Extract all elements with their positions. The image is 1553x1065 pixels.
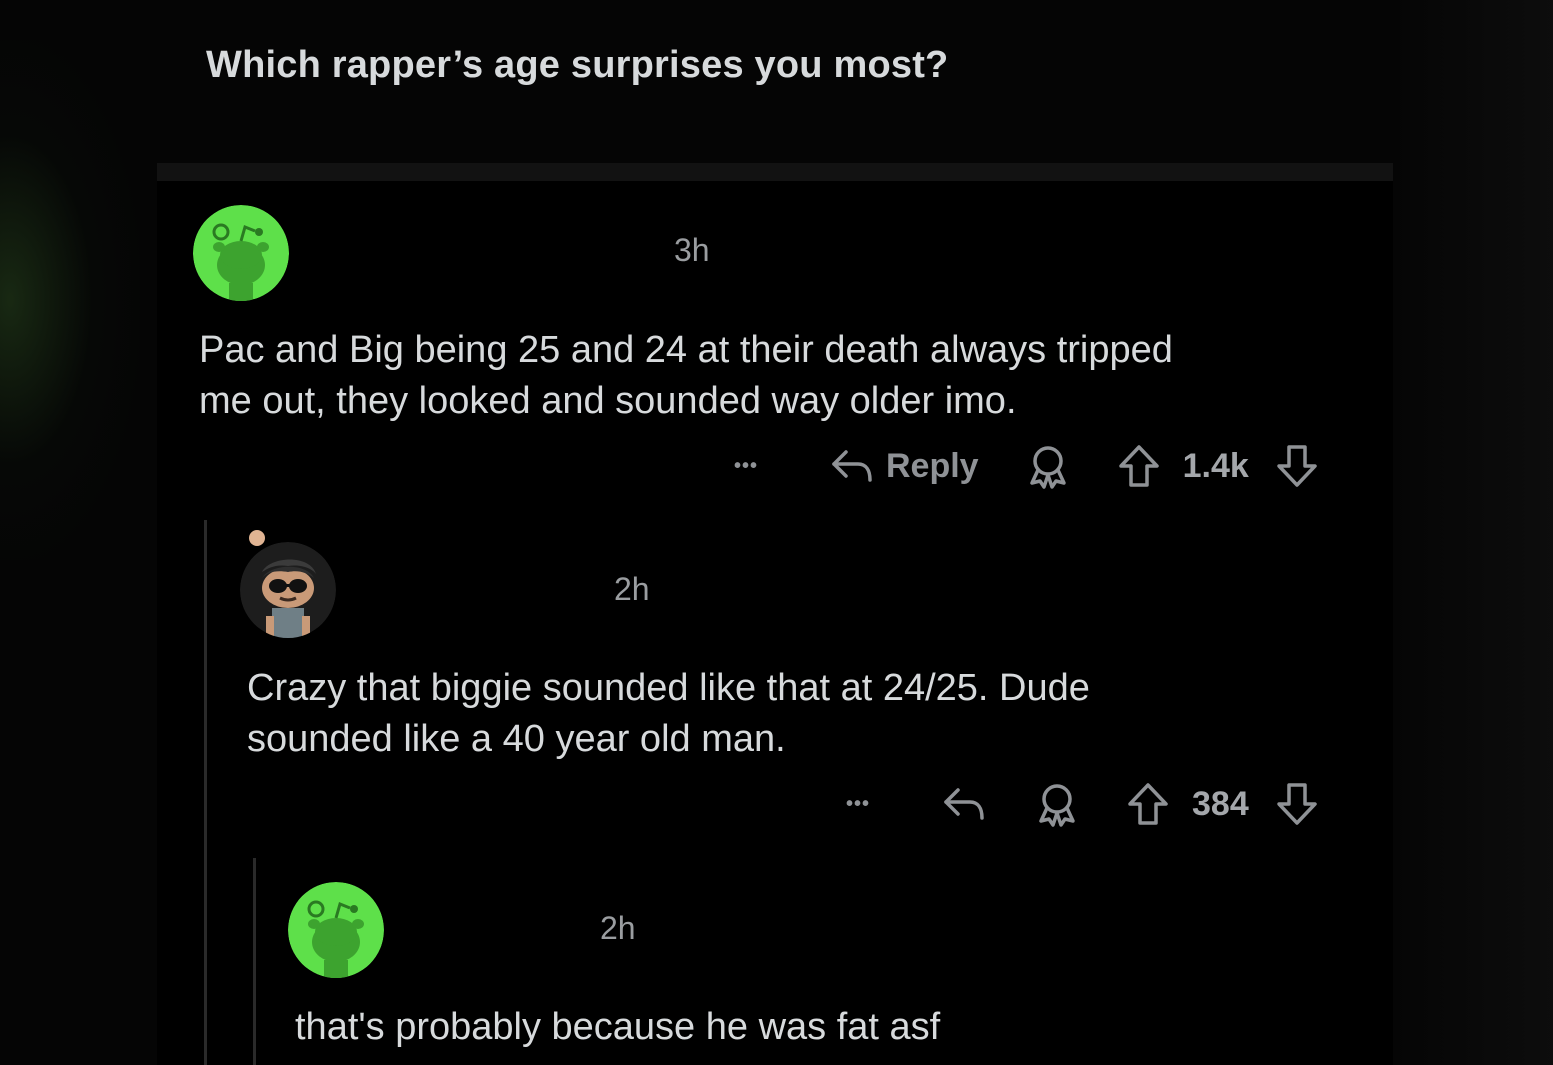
upvote-button[interactable] [1126,780,1170,828]
award-icon [1029,446,1066,489]
reply-button[interactable] [940,782,988,826]
post-title: Which rapper’s age surprises you most? [206,44,949,86]
upvote-button[interactable] [1117,442,1161,490]
more-dots-icon: ••• [846,792,871,815]
avatar-accessory-dot [249,530,265,546]
comment-actions: ••• Reply 1.4k [734,441,1319,491]
comment-line: sounded like a 40 year old man. [247,718,786,760]
comment-timestamp: 2h [600,910,636,946]
more-dots-icon: ••• [734,454,759,477]
screenshot-page: Which rapper’s age surprises you most? 3… [0,0,1553,1065]
sunglasses-avatar-icon [240,542,336,638]
award-icon [1039,784,1075,827]
background-shade [1393,0,1553,1065]
reply-button[interactable]: Reply [828,444,979,488]
section-divider [157,163,1393,181]
snoo-avatar-icon [288,882,384,978]
vote-score: 384 [1192,784,1249,823]
downvote-button[interactable] [1275,442,1319,490]
comment-body: Pac and Big being 25 and 24 at their dea… [199,325,1173,427]
vote-score: 1.4k [1182,446,1249,485]
more-options-button[interactable]: ••• [734,455,804,478]
reply-arrow-icon [832,450,872,482]
upvote-arrow-icon [1128,783,1168,825]
downvote-arrow-icon [1276,783,1317,825]
avatar[interactable] [288,882,384,978]
thread-line[interactable] [253,858,256,1065]
comment-body: that's probably because he was fat asf [295,1002,940,1053]
reply-arrow-icon [944,788,984,820]
comment-line: me out, they looked and sounded way olde… [199,380,1017,422]
award-button[interactable] [1023,441,1073,491]
comment-actions: ••• 384 [846,779,1319,829]
upvote-arrow-icon [1118,445,1159,487]
comment-body: Crazy that biggie sounded like that at 2… [247,663,1090,765]
thread-line[interactable] [204,520,207,1065]
award-button[interactable] [1032,779,1082,829]
reply-label: Reply [886,446,979,485]
downvote-button[interactable] [1275,780,1319,828]
comment-timestamp: 3h [674,232,710,268]
background-glow [0,40,140,560]
avatar[interactable] [240,542,336,638]
more-options-button[interactable]: ••• [846,793,916,816]
downvote-arrow-icon [1277,445,1317,487]
comment-timestamp: 2h [614,571,650,607]
comment-line: Pac and Big being 25 and 24 at their dea… [199,329,1173,371]
snoo-avatar-icon [193,205,289,301]
avatar[interactable] [193,205,289,301]
comment-line: Crazy that biggie sounded like that at 2… [247,667,1090,709]
comment-line: that's probably because he was fat asf [295,1006,941,1048]
